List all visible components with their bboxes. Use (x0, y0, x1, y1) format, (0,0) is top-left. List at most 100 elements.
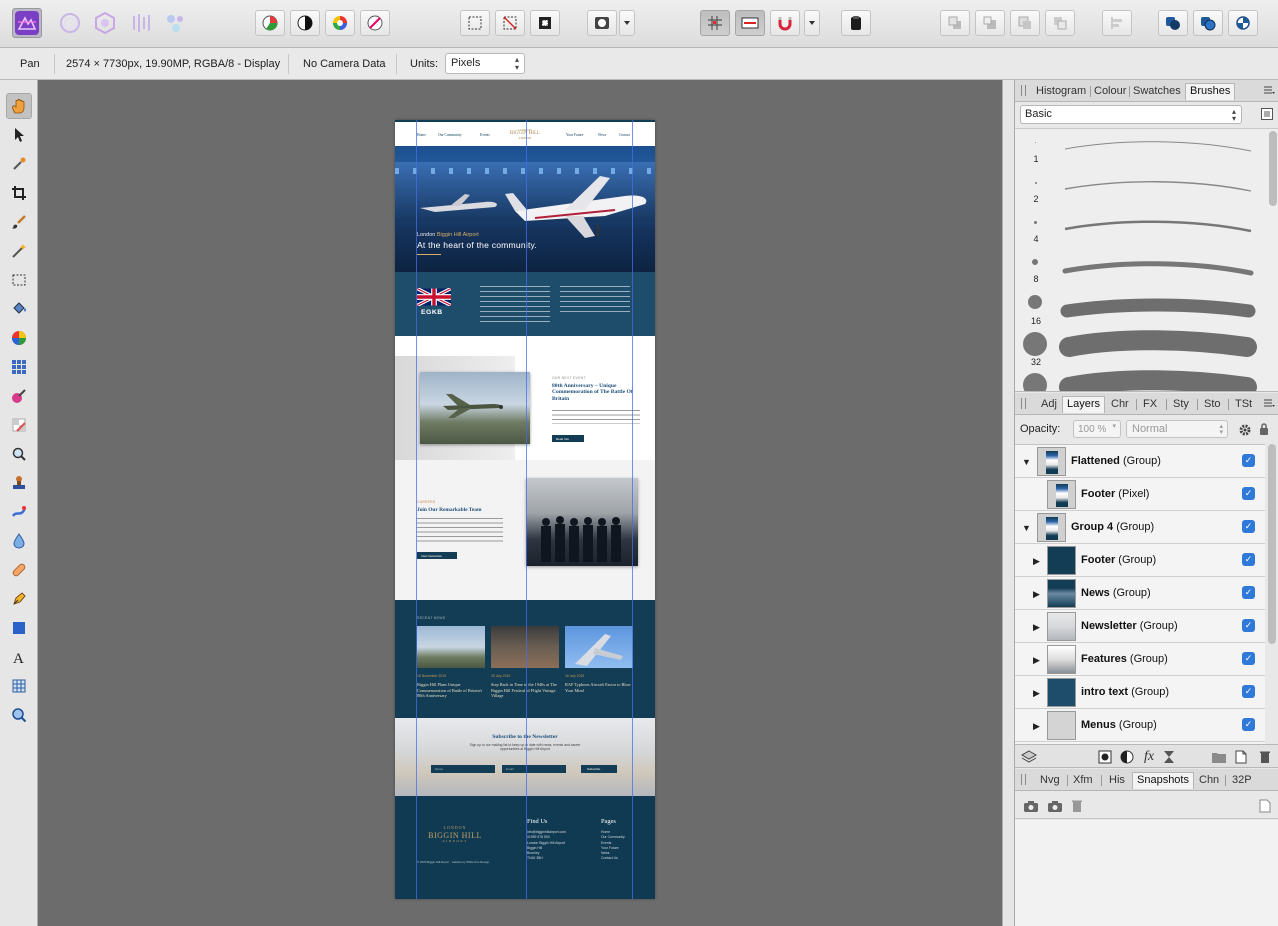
layer-row[interactable]: ▶ intro text (Group) ✓ (1015, 676, 1265, 709)
disclosure-collapsed-icon[interactable]: ▶ (1033, 721, 1040, 732)
visibility-checkbox[interactable]: ✓ (1242, 520, 1255, 533)
fx-button[interactable]: fx (1141, 749, 1157, 765)
visibility-checkbox[interactable]: ✓ (1242, 652, 1255, 665)
tab-text-styles[interactable]: TSt (1235, 396, 1252, 413)
photo-persona-button[interactable] (12, 8, 42, 38)
panel-grip-icon[interactable] (1021, 398, 1026, 409)
blur-tool[interactable] (6, 528, 32, 554)
visibility-checkbox[interactable]: ✓ (1242, 553, 1255, 566)
tab-channels[interactable]: Chn (1199, 772, 1219, 789)
tab-stock[interactable]: Sto (1204, 396, 1221, 413)
layer-row[interactable]: Footer (Pixel) ✓ (1015, 478, 1265, 511)
opacity-field[interactable]: 100 % ▾ (1073, 420, 1121, 438)
tab-colour[interactable]: Colour (1094, 83, 1126, 100)
brush-category-select[interactable]: Basic ▴ ▾ (1020, 105, 1242, 124)
tab-swatches[interactable]: Swatches (1133, 83, 1181, 100)
disclosure-collapsed-icon[interactable]: ▶ (1033, 556, 1040, 567)
snapping-button[interactable] (770, 10, 800, 36)
layer-options-button[interactable] (1021, 749, 1037, 765)
clone-tool[interactable] (6, 470, 32, 496)
units-select[interactable]: Pixels ▴ ▾ (445, 53, 525, 74)
text-tool[interactable]: A (6, 644, 32, 670)
tab-navigator[interactable]: Nvg (1040, 772, 1060, 789)
newsletter-name-field[interactable]: Name (431, 765, 495, 773)
colour-picker-tool[interactable] (6, 151, 32, 177)
lock-icon[interactable] (1258, 422, 1270, 436)
snapping-dropdown[interactable] (804, 10, 820, 36)
layer-row[interactable]: ▶ Footer (Group) ✓ (1015, 544, 1265, 577)
footer-link[interactable]: Our Community (601, 835, 625, 840)
visibility-checkbox[interactable]: ✓ (1242, 718, 1255, 731)
brush-item[interactable]: 4 (1015, 209, 1265, 249)
restore-snapshot-button[interactable] (1023, 798, 1039, 814)
brush-item[interactable]: 32 (1015, 329, 1265, 369)
brush-item[interactable]: 16 (1015, 289, 1265, 329)
disclosure-collapsed-icon[interactable]: ▶ (1033, 589, 1040, 600)
event-read-button[interactable]: Read Info (552, 435, 584, 442)
flood-fill-tool[interactable] (6, 296, 32, 322)
snap-grid-button[interactable] (700, 10, 730, 36)
tab-32bit-preview[interactable]: 32P (1232, 772, 1252, 789)
visibility-checkbox[interactable]: ✓ (1242, 685, 1255, 698)
smudge-tool[interactable] (6, 499, 32, 525)
selection-brush-tool[interactable] (6, 209, 32, 235)
delete-snapshot-button[interactable] (1069, 798, 1085, 814)
panel-menu-icon[interactable] (1263, 397, 1275, 409)
tab-snapshots[interactable]: Snapshots (1132, 772, 1194, 789)
snapshots-list[interactable] (1015, 820, 1278, 926)
assistant-button[interactable] (841, 10, 871, 36)
deselect-button[interactable] (495, 10, 525, 36)
news-title[interactable]: RAF Typhoon Aircraft Factor to Blow Your… (565, 682, 633, 693)
tab-brushes[interactable]: Brushes (1185, 83, 1236, 100)
brush-item[interactable]: 1 (1015, 129, 1265, 169)
erase-tool[interactable] (6, 412, 32, 438)
tab-layers[interactable]: Layers (1062, 396, 1106, 413)
quick-mask-button[interactable] (587, 10, 617, 36)
layer-row[interactable]: ▶ Menus (Group) ✓ (1015, 709, 1265, 742)
pixel-persona-tool[interactable] (6, 354, 32, 380)
visibility-checkbox[interactable]: ✓ (1242, 454, 1255, 467)
blend-mode-select[interactable]: Normal ▴ ▾ (1126, 420, 1228, 438)
brush-list-view-icon[interactable] (1261, 108, 1273, 120)
tab-adjustments[interactable]: Adj (1041, 396, 1057, 413)
disclosure-expanded-icon[interactable]: ▼ (1022, 523, 1031, 533)
mask-layer-button[interactable] (1097, 749, 1113, 765)
layers-scrollbar[interactable] (1268, 444, 1276, 644)
layer-row[interactable]: ▶ Features (Group) ✓ (1015, 643, 1265, 676)
snapshot-options-button[interactable] (1257, 798, 1273, 814)
auto-levels-button[interactable] (255, 10, 285, 36)
export-persona-button[interactable] (161, 8, 191, 38)
live-filter-button[interactable] (1161, 749, 1177, 765)
arrange-backward-button[interactable] (975, 10, 1005, 36)
boolean-subtract-button[interactable] (1193, 10, 1223, 36)
visibility-checkbox[interactable]: ✓ (1242, 586, 1255, 599)
auto-contrast-button[interactable] (290, 10, 320, 36)
newsletter-subscribe-button[interactable]: Subscribe (581, 765, 617, 773)
develop-persona-button[interactable] (90, 8, 120, 38)
brush-item[interactable]: 2 (1015, 169, 1265, 209)
tab-character[interactable]: Chr (1111, 396, 1129, 413)
auto-white-balance-button[interactable] (360, 10, 390, 36)
crop-tool[interactable] (6, 180, 32, 206)
footer-link[interactable]: Contact Us (601, 856, 625, 861)
force-pixel-alignment-button[interactable] (735, 10, 765, 36)
news-title[interactable]: Step Back in Time to the 1940s at The Bi… (491, 682, 559, 699)
zoom-lens-tool[interactable] (6, 441, 32, 467)
newsletter-email-field[interactable]: Email (502, 765, 566, 773)
panel-grip-icon[interactable] (1021, 85, 1026, 96)
auto-colours-button[interactable] (325, 10, 355, 36)
panel-grip-icon[interactable] (1021, 774, 1026, 785)
brush-list[interactable]: 1 2 4 8 16 32 (1015, 128, 1278, 392)
disclosure-collapsed-icon[interactable]: ▶ (1033, 688, 1040, 699)
disclosure-collapsed-icon[interactable]: ▶ (1033, 655, 1040, 666)
tab-styles[interactable]: Sty (1173, 396, 1189, 413)
arrange-front-button[interactable] (1045, 10, 1075, 36)
add-snapshot-button[interactable] (1047, 798, 1063, 814)
rectangle-tool[interactable] (6, 615, 32, 641)
alignment-button[interactable] (1102, 10, 1132, 36)
zoom-tool[interactable] (6, 702, 32, 728)
delete-layer-button[interactable] (1257, 749, 1273, 765)
layer-row[interactable]: ▶ Newsletter (Group) ✓ (1015, 610, 1265, 643)
tab-histogram[interactable]: Histogram (1036, 83, 1086, 100)
select-all-button[interactable] (460, 10, 490, 36)
